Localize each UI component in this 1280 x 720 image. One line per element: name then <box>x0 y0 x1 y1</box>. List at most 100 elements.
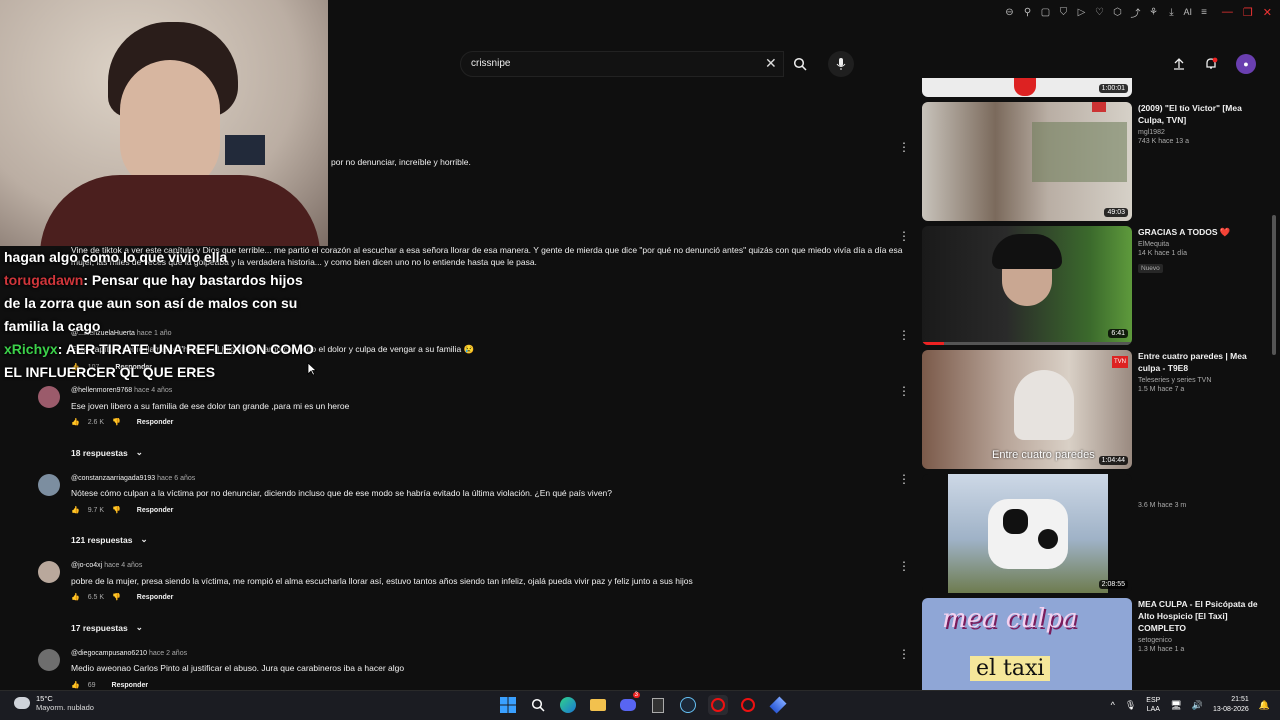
commenter-avatar[interactable] <box>38 649 60 671</box>
comment-menu-icon[interactable]: ⋮ <box>898 141 910 153</box>
close-icon[interactable]: ✕ <box>1263 6 1272 19</box>
channel-name[interactable]: mgl1982 <box>1138 129 1263 136</box>
opera-gx-icon[interactable] <box>708 695 728 715</box>
view-replies-button[interactable]: 18 respuestas ⌄ <box>71 447 143 458</box>
taskbar-search-button[interactable] <box>528 695 548 715</box>
clear-search-icon[interactable]: ✕ <box>765 55 777 72</box>
steam-icon[interactable] <box>678 695 698 715</box>
screenshot-icon[interactable]: ▢ <box>1039 6 1051 18</box>
minimize-icon[interactable]: — <box>1222 6 1233 19</box>
reply-button[interactable]: Responder <box>137 419 174 426</box>
channel-name[interactable]: ElMequita <box>1138 241 1263 248</box>
chevron-down-icon: ⌄ <box>135 622 143 632</box>
chat-message: torugadawn: Pensar que hay bastardos hij… <box>4 272 303 288</box>
epic-games-icon[interactable] <box>648 695 668 715</box>
reply-button[interactable]: Responder <box>137 594 174 601</box>
notification-icon[interactable]: 🔔 <box>1259 700 1270 711</box>
dislike-icon[interactable]: 👎 <box>112 593 121 601</box>
video-title[interactable]: MEA CULPA - El Psicópata de Alto Hospici… <box>1138 598 1263 634</box>
related-video[interactable]: 2:08:55 3.6 M hace 3 m <box>922 474 1186 593</box>
related-video[interactable]: 1:00:01 <box>922 78 1132 97</box>
microphone-icon <box>836 58 846 70</box>
comment-menu-icon[interactable]: ⋮ <box>898 329 910 341</box>
view-replies-button[interactable]: 121 respuestas ⌄ <box>71 534 148 545</box>
weather-widget[interactable]: 15°C Mayorm. nublado <box>14 694 94 712</box>
streamer-webcam <box>0 0 328 246</box>
video-thumbnail[interactable]: 2:08:55 <box>922 474 1132 593</box>
channel-name[interactable]: setogenico <box>1138 637 1263 644</box>
dislike-icon[interactable]: 👎 <box>112 506 121 514</box>
video-thumbnail[interactable]: TVN Entre cuatro paredes 1:04:44 <box>922 350 1132 469</box>
commenter-avatar[interactable] <box>38 561 60 583</box>
volume-icon[interactable]: 🔊 <box>1192 700 1203 711</box>
related-video[interactable]: 6:41 GRACIAS A TODOS ❤️ ElMequita 14 K h… <box>922 226 1230 345</box>
video-duration: 1:04:44 <box>1098 456 1128 465</box>
video-title[interactable]: (2009) "El tío Victor" [Mea Culpa, TVN] <box>1138 102 1263 126</box>
like-icon[interactable]: 👍 <box>71 418 80 426</box>
comment-author[interactable]: @constanzaarriagada9193 hace 6 años <box>71 475 195 482</box>
video-thumbnail[interactable]: 49:03 <box>922 102 1132 221</box>
like-icon[interactable]: 👍 <box>71 681 80 689</box>
ai-button[interactable]: AI <box>1183 6 1192 18</box>
search-icon <box>531 698 545 712</box>
network-icon[interactable]: 🖥 <box>1170 700 1181 711</box>
discord-icon[interactable]: 3 <box>618 692 640 715</box>
shield-icon[interactable]: ⛉ <box>1057 6 1069 18</box>
start-button[interactable] <box>498 695 518 715</box>
video-thumbnail[interactable]: mea culpa el taxi <box>922 598 1132 690</box>
file-explorer-icon[interactable] <box>588 695 608 715</box>
thumbnail-logo-text: mea culpa <box>942 604 1078 634</box>
dislike-icon[interactable]: 👎 <box>112 418 121 426</box>
comment-menu-icon[interactable]: ⋮ <box>898 473 910 485</box>
comment-menu-icon[interactable]: ⋮ <box>898 560 910 572</box>
search-button[interactable] <box>785 51 815 77</box>
pin-icon[interactable]: ⚲ <box>1021 6 1033 18</box>
reply-button[interactable]: Responder <box>112 682 149 689</box>
comment-text: Ese joven libero a su familia de ese dol… <box>71 401 350 411</box>
vpn-icon[interactable]: ⚘ <box>1147 6 1159 18</box>
account-avatar[interactable]: ● <box>1236 54 1256 74</box>
edge-icon[interactable] <box>558 695 578 715</box>
commenter-avatar[interactable] <box>38 474 60 496</box>
video-title[interactable]: GRACIAS A TODOS ❤️ <box>1138 226 1263 238</box>
page-scrollbar[interactable] <box>1272 215 1276 355</box>
notifications-icon[interactable] <box>1204 57 1218 71</box>
maximize-icon[interactable]: ❐ <box>1243 6 1253 19</box>
channel-name[interactable]: Teleseries y series TVN <box>1138 377 1263 384</box>
zoom-icon[interactable]: ⊖ <box>1003 6 1015 18</box>
extensions-icon[interactable]: ⬡ <box>1111 6 1123 18</box>
related-video[interactable]: TVN Entre cuatro paredes 1:04:44 Entre c… <box>922 350 1247 469</box>
clock[interactable]: 21:51 13-08-2026 <box>1213 695 1249 715</box>
app-icon[interactable] <box>738 695 758 715</box>
comment-menu-icon[interactable]: ⋮ <box>898 230 910 242</box>
comment-text: pobre de la mujer, presa siendo la vícti… <box>71 576 693 586</box>
view-replies-button[interactable]: 17 respuestas ⌄ <box>71 622 143 633</box>
share-icon[interactable]: ⤴ <box>1129 6 1141 20</box>
video-thumbnail[interactable]: 6:41 <box>922 226 1132 345</box>
chevron-up-icon[interactable]: ^ <box>1111 700 1115 710</box>
heart-icon[interactable]: ♡ <box>1093 6 1105 18</box>
comment-actions: 👍 2.6 K 👎 Responder <box>71 418 174 427</box>
related-video[interactable]: mea culpa el taxi MEA CULPA - El Psicópa… <box>922 598 1258 690</box>
language-indicator[interactable]: ESP LAA <box>1146 696 1160 714</box>
comment-author[interactable]: @jo-co4xj hace 4 años <box>71 562 142 569</box>
play-icon[interactable]: ▷ <box>1075 6 1087 18</box>
upload-icon[interactable] <box>1172 57 1186 71</box>
related-video[interactable]: 49:03 (2009) "El tío Victor" [Mea Culpa,… <box>922 102 1242 221</box>
menu-icon[interactable]: ≡ <box>1198 6 1210 18</box>
like-icon[interactable]: 👍 <box>71 593 80 601</box>
reply-button[interactable]: Responder <box>137 507 174 514</box>
app-icon[interactable] <box>768 695 788 715</box>
video-duration: 6:41 <box>1108 329 1128 338</box>
search-input[interactable]: crissnipe <box>460 51 784 77</box>
video-title[interactable]: Entre cuatro paredes | Mea culpa - T9E8 <box>1138 350 1263 374</box>
chevron-down-icon: ⌄ <box>135 447 143 457</box>
microphone-icon[interactable]: 🎙 <box>1125 700 1136 711</box>
comment-menu-icon[interactable]: ⋮ <box>898 385 910 397</box>
chat-message: hagan algo como lo que vivio ella <box>4 249 228 265</box>
download-icon[interactable]: ⤓ <box>1165 6 1177 18</box>
comment-author[interactable]: @diegocampusano6210 hace 2 años <box>71 650 187 657</box>
comment-menu-icon[interactable]: ⋮ <box>898 648 910 660</box>
voice-search-button[interactable] <box>828 51 854 77</box>
like-icon[interactable]: 👍 <box>71 506 80 514</box>
